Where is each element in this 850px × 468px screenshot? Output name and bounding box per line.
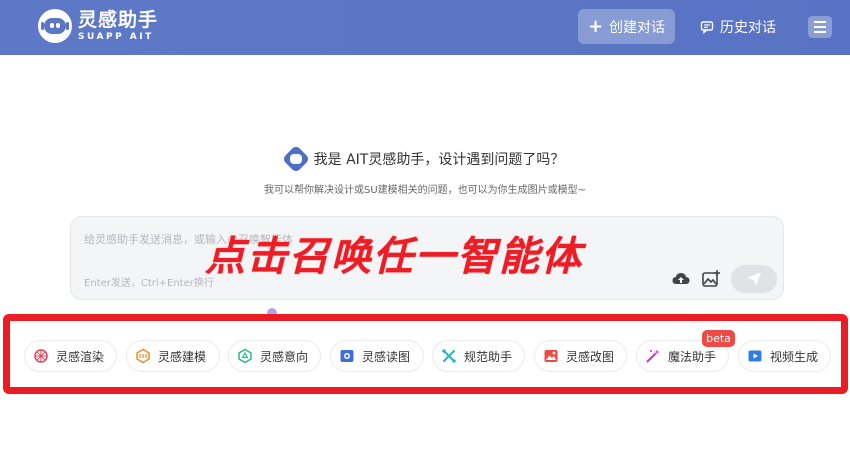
chat-bubble-icon	[700, 20, 714, 34]
magic-wand-icon	[646, 349, 660, 363]
bot-icon	[281, 144, 310, 174]
read-image-icon	[340, 350, 354, 362]
history-chat-button[interactable]: 历史对话	[700, 9, 790, 44]
beta-badge: beta	[702, 330, 735, 347]
input-hint: Enter发送，Ctrl+Enter换行	[84, 278, 214, 289]
video-icon	[748, 350, 762, 362]
render-icon	[34, 349, 48, 363]
tool-video-label: 视频生成	[770, 349, 819, 364]
page: 灵感助手 SUAPP AIT + 创建对话 历史对话 我是 AIT灵感助手，设计…	[0, 0, 850, 468]
tool-magic-label: 魔法助手	[668, 349, 717, 364]
annotation-overlay-text: 点击召唤任一智能体	[205, 234, 583, 280]
tool-model[interactable]: 灵感建模	[126, 340, 220, 372]
tool-read-image[interactable]: 灵感读图	[330, 340, 424, 372]
tool-read-image-label: 灵感读图	[362, 349, 411, 364]
greeting-title: 我是 AIT灵感助手，设计遇到问题了吗？	[313, 152, 565, 168]
tool-spec[interactable]: 规范助手	[432, 340, 525, 372]
tool-model-label: 灵感建模	[158, 349, 207, 364]
model-icon	[136, 348, 150, 364]
top-bar: 灵感助手 SUAPP AIT + 创建对话 历史对话	[0, 0, 850, 55]
send-button[interactable]	[731, 265, 777, 293]
plus-icon: +	[587, 15, 604, 37]
edit-image-icon	[544, 350, 558, 362]
greeting-subtitle: 我可以帮你解决设计或SU建模相关的问题，也可以为你生成图片或模型~	[263, 185, 587, 196]
greeting: 我是 AIT灵感助手，设计遇到问题了吗？	[0, 144, 850, 174]
tool-edit-image-label: 灵感改图	[566, 349, 615, 364]
tool-intent-label: 灵感意向	[260, 349, 309, 364]
logo[interactable]: 灵感助手 SUAPP AIT	[38, 9, 158, 43]
send-icon	[747, 272, 761, 286]
tool-edit-image[interactable]: 灵感改图	[534, 340, 627, 372]
intent-icon	[238, 348, 252, 364]
tool-video[interactable]: 视频生成	[738, 340, 831, 372]
logo-title: 灵感助手	[78, 8, 159, 31]
upload-cloud-icon[interactable]	[671, 269, 691, 289]
history-chat-label: 历史对话	[720, 19, 776, 36]
logo-subtitle: SUAPP AIT	[78, 31, 154, 42]
menu-button[interactable]	[808, 16, 832, 38]
tool-spec-label: 规范助手	[464, 349, 513, 364]
spec-icon	[442, 349, 456, 363]
robot-logo-icon	[38, 9, 72, 43]
add-image-icon[interactable]	[701, 269, 721, 289]
hamburger-icon	[814, 21, 826, 23]
create-chat-button[interactable]: + 创建对话	[578, 9, 675, 44]
create-chat-label: 创建对话	[609, 19, 666, 36]
tool-render[interactable]: 灵感渲染	[24, 340, 117, 372]
tool-intent[interactable]: 灵感意向	[228, 340, 321, 372]
tool-render-label: 灵感渲染	[56, 349, 105, 364]
